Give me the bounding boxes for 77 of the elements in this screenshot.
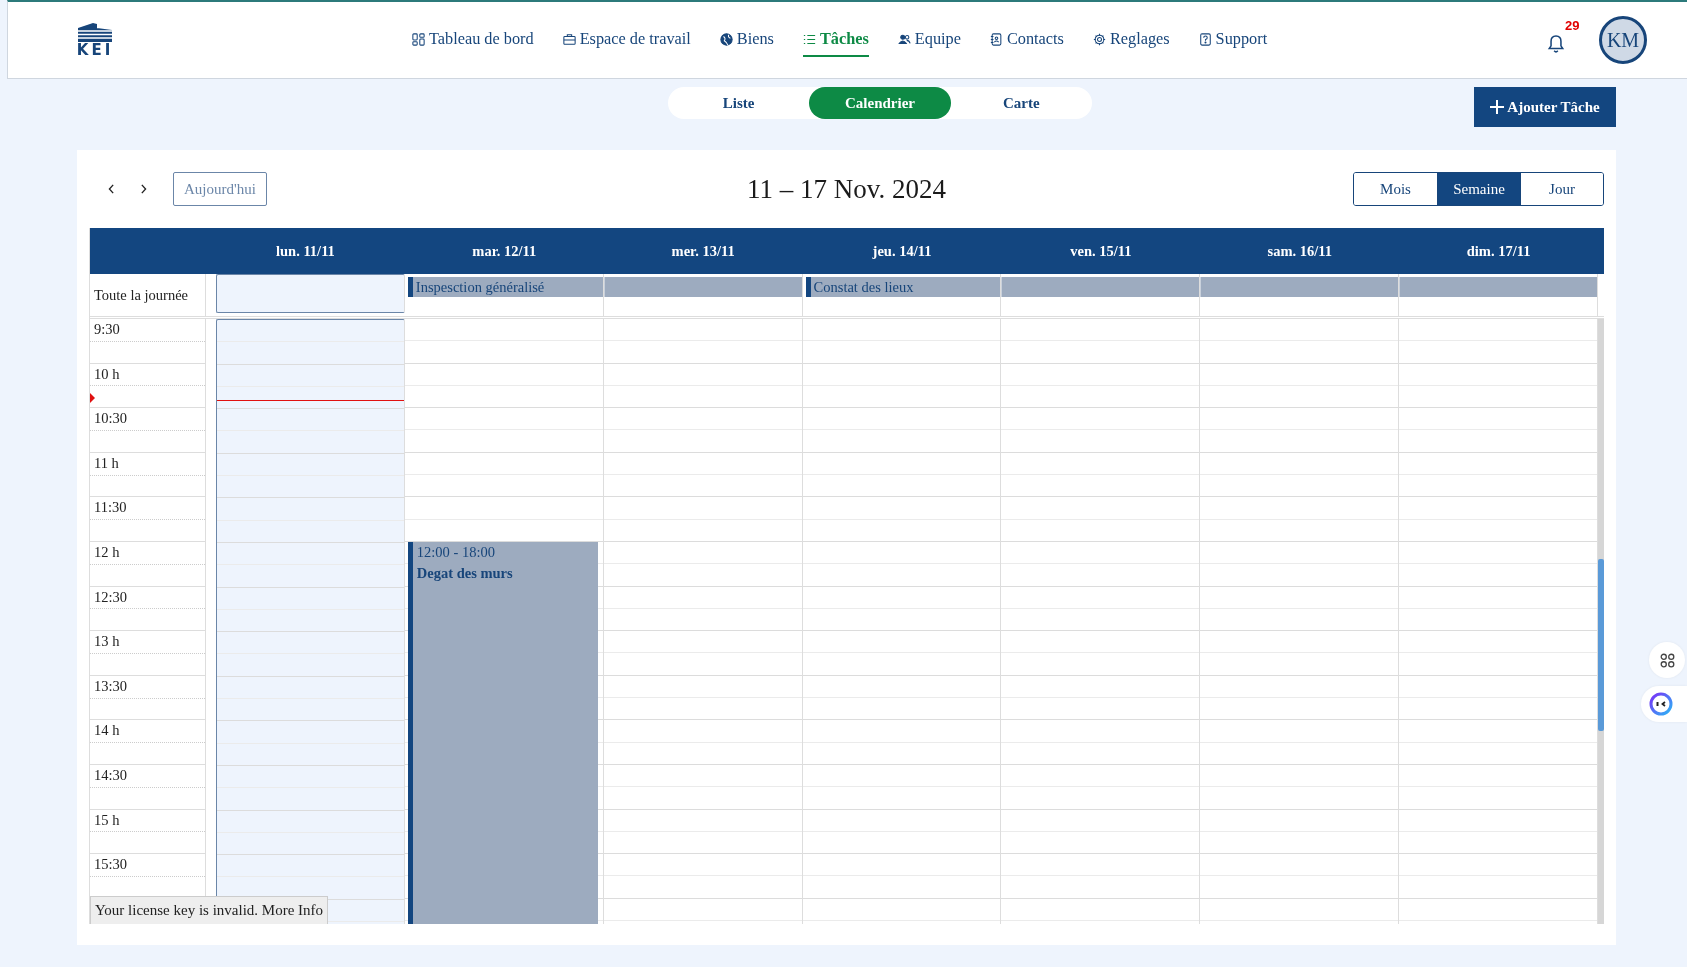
bot-face-icon <box>1649 692 1673 716</box>
notification-count: 29 <box>1565 18 1580 33</box>
time-label: 14 h <box>94 722 120 740</box>
day-column[interactable]: 12:00 - 18:00 Degat des murs <box>404 319 604 924</box>
all-day-event[interactable] <box>1399 277 1597 297</box>
dashboard-icon <box>412 32 425 46</box>
view-tab[interactable]: Calendrier <box>809 87 951 119</box>
all-day-label: Toute la journée <box>90 274 206 316</box>
logo-text: KEI <box>76 43 114 58</box>
day-header: dim. 17/11 <box>1465 242 1532 260</box>
scrollbar-thumb[interactable] <box>1598 559 1604 731</box>
all-day-event[interactable]: Constat des lieux <box>805 277 1001 297</box>
license-notice-toast: Your license key is invalid. More Info <box>90 896 329 924</box>
time-label: 10:30 <box>94 410 128 428</box>
day-column[interactable] <box>1200 319 1400 924</box>
globe-icon <box>719 32 733 46</box>
plus-icon <box>1490 100 1505 114</box>
nav-link[interactable]: Biens <box>719 23 774 57</box>
apps-button[interactable] <box>1649 642 1685 678</box>
time-label: 9:30 <box>94 321 120 338</box>
add-task-button[interactable]: Ajouter Tâche <box>1474 87 1616 127</box>
event-block[interactable]: 12:00 - 18:00 Degat des murs <box>407 542 598 924</box>
all-day-event[interactable] <box>1001 277 1200 297</box>
briefcase-icon <box>562 32 576 46</box>
all-day-event[interactable] <box>603 277 802 297</box>
assistant-button[interactable] <box>1641 686 1687 722</box>
time-label: 11:30 <box>94 499 127 517</box>
chevron-left-icon <box>107 184 115 194</box>
logo[interactable]: KEI <box>75 22 115 58</box>
calendar-title: 11 – 17 Nov. 2024 <box>747 173 946 205</box>
nav-link[interactable]: Reglages <box>1092 23 1170 57</box>
list-icon <box>802 32 816 46</box>
nav-link[interactable]: Contacts <box>989 23 1064 57</box>
time-label: 14:30 <box>94 766 128 784</box>
chevron-right-icon <box>139 184 147 194</box>
nav-link[interactable]: Tâches <box>802 23 869 57</box>
today-button[interactable]: Aujourd'hui <box>173 172 267 206</box>
view-button[interactable]: Jour <box>1520 173 1603 205</box>
grid-icon <box>1659 652 1675 668</box>
nav-link[interactable]: Espace de travail <box>562 23 691 57</box>
buildings-icon <box>75 22 115 42</box>
nav-link[interactable]: Equipe <box>897 23 961 57</box>
view-tab[interactable]: Carte <box>950 87 1092 119</box>
day-header: ven. 15/11 <box>1069 242 1133 260</box>
all-day-event[interactable] <box>1200 277 1399 297</box>
day-column[interactable] <box>1001 319 1201 924</box>
time-label: 12:30 <box>94 588 128 606</box>
time-label: 10 h <box>94 365 120 383</box>
day-header: mar. 12/11 <box>471 242 538 260</box>
user-avatar[interactable]: KM <box>1599 16 1647 64</box>
day-header: lun. 11/11 <box>275 242 336 260</box>
view-tab[interactable]: Liste <box>668 87 810 119</box>
day-column[interactable] <box>603 319 803 924</box>
day-header: sam. 16/11 <box>1266 242 1333 260</box>
day-header: mer. 13/11 <box>670 242 736 260</box>
time-label: 12 h <box>94 543 120 561</box>
all-day-event[interactable]: Inspesction généralisé <box>407 277 603 297</box>
time-label: 11 h <box>94 454 119 472</box>
people-icon <box>897 32 911 46</box>
settings-icon <box>1092 32 1106 46</box>
view-button[interactable]: Semaine <box>1437 173 1520 205</box>
more-info-link[interactable]: More Info <box>261 902 324 918</box>
address-book-icon <box>989 32 1003 46</box>
time-label: 13 h <box>94 633 120 651</box>
day-column[interactable] <box>802 319 1002 924</box>
nav-link[interactable]: Support <box>1198 23 1268 57</box>
help-icon <box>1198 32 1212 46</box>
nav-link[interactable]: Tableau de bord <box>412 23 534 57</box>
time-label: 15:30 <box>94 856 128 874</box>
event-time: 12:00 - 18:00 <box>416 544 496 561</box>
scrollbar[interactable] <box>1598 319 1604 924</box>
notification-bell-icon[interactable] <box>1547 34 1565 54</box>
day-header: jeu. 14/11 <box>871 242 933 260</box>
day-column[interactable] <box>1399 319 1598 924</box>
event-title: Degat des murs <box>416 565 514 582</box>
time-label: 13:30 <box>94 677 128 695</box>
time-label: 15 h <box>94 811 120 829</box>
